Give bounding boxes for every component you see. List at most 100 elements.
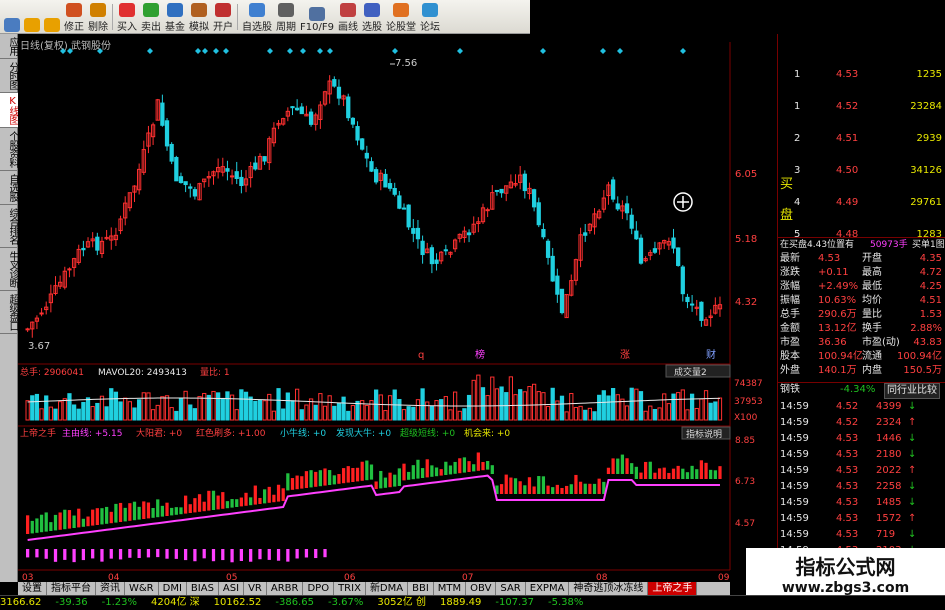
tab-kline[interactable]: K线图 [0,93,18,128]
indicator-tab[interactable]: BBI [408,582,434,595]
volume-ratio-label: 量比: 1 [200,366,230,378]
cy-index-pct: -5.38% [547,597,584,608]
indicator-bar [671,468,676,479]
event-marker[interactable]: q [418,350,424,361]
tab-ranking[interactable]: 综合排名 [0,205,18,248]
volume-bar [429,405,435,421]
indicator-tab[interactable]: 指标平台 [47,582,96,595]
menu-button[interactable] [2,1,22,33]
volume-bar [406,406,411,421]
indicator-tab[interactable]: 资讯 [96,582,125,595]
event-marker[interactable]: 财 [706,348,716,361]
quote-key: 市盈 [780,337,800,348]
volume-bar [299,409,304,421]
forum-hall-button[interactable]: 论股堂 [384,1,418,33]
toolbar-button[interactable]: 修正 [62,1,86,33]
indicator-bar [648,461,652,479]
indicator-bar [39,514,44,533]
indicator-tab[interactable]: EXPMA [526,582,570,595]
draw-button[interactable]: 画线 [336,1,360,33]
indicator-bar [314,471,318,487]
tab-diagnosis[interactable]: 牛叉诊断 [0,248,18,291]
watchlist-button[interactable]: 自选股 [240,1,274,33]
indicator-tab[interactable]: VR [244,582,267,595]
tab-watchlist[interactable]: 自选股 [0,171,18,205]
order-info-tag[interactable]: 买单1图 [912,238,945,252]
indicator-tab[interactable]: BIAS [187,582,219,595]
volume-bar [109,388,114,421]
order-book-row[interactable]: 1 4.52 23284 [778,100,945,114]
forum-button[interactable]: 论坛 [418,1,442,33]
indicator-bar [290,478,295,490]
watermark-logo: 指标公式网 www.zbgs3.com [746,548,945,596]
indicator-tab[interactable]: ARBR [267,582,304,595]
indicator-tab[interactable]: 设置 [18,582,47,595]
indicator-bar [72,515,76,528]
market-status-bar: 3166.62 -39.36 -1.23% 4204亿 深 10162.52 -… [0,595,945,609]
sell-button[interactable]: 卖出 [139,1,163,33]
quote-value: +2.49% [818,281,859,292]
order-volume: 34126 [910,165,942,176]
stock-picker-button[interactable]: 选股 [360,1,384,33]
order-level: 1 [794,101,801,112]
order-book-row[interactable]: 2 4.51 2939 [778,132,945,146]
kline-chart[interactable]: 7.56 3.67 6.05 5.18 4.32 q 榜 涨 财 总手: 290… [18,34,778,582]
indicator-bar [77,508,81,528]
open-account-button[interactable]: 开户 [211,1,235,33]
buy-button[interactable]: 买入 [115,1,139,33]
indicator-bar [207,490,211,511]
tick-row: 14:59 4.53 719 ↓ [778,528,945,542]
pencil-icon [339,3,356,17]
indicator-bar [551,487,555,494]
toolbar-button[interactable]: 剔除 [86,1,110,33]
indicator-tab[interactable]: SAR [496,582,526,595]
volume-bar [118,401,123,421]
industry-compare-button[interactable]: 同行业比较 [884,383,940,399]
order-book-row[interactable]: 4 4.49 29761 [778,196,945,210]
order-price: 4.50 [836,165,859,176]
candle [322,90,328,107]
tab-apps[interactable]: 应用 [0,34,18,59]
indicator-bar [276,484,281,502]
simulate-button[interactable]: 模拟 [187,1,211,33]
tab-order-panel[interactable]: 超级盘口 [0,291,18,334]
indicator-tab[interactable]: OBV [466,582,497,595]
order-book-row[interactable]: 3 4.50 34126 [778,164,945,178]
volume-bar [85,397,91,421]
quote-value: 290.6万 [818,309,857,320]
indicator-tab[interactable]: DPO [303,582,335,595]
volume-bar [638,391,644,421]
indicator-tab[interactable]: TRIX [334,582,366,595]
tab-intraday[interactable]: 分时图 [0,59,18,93]
f10-button[interactable]: F10/F9 [298,1,336,33]
order-book-row[interactable]: 1 4.53 1235 [778,68,945,82]
indicator-bar [216,495,220,510]
indicator-bar [476,452,480,471]
quote-key: 涨跌 [780,267,800,278]
volume-bar [597,394,602,421]
indicator-tab[interactable]: W&R [125,582,159,595]
date-axis-label: 05 [226,573,237,582]
back-button[interactable] [22,1,42,33]
indicator-tab[interactable]: MTM [434,582,467,595]
indicator-tab[interactable]: 新DMA [366,582,409,595]
up-button[interactable] [42,1,62,33]
indicator-bar [146,502,151,519]
indicator-tab[interactable]: ASI [219,582,245,595]
indicator-bar [170,507,174,516]
indicator-tab[interactable]: 上帝之手 [648,582,698,595]
volume-axis-label: X100 [734,413,758,423]
event-marker[interactable]: 榜 [475,348,485,361]
quote-key: 股本 [780,351,800,362]
indicator-tab[interactable]: DMI [159,582,187,595]
event-marker[interactable]: 涨 [620,349,630,361]
indicator-tab[interactable]: 神奇逃顶冰冻线 [569,582,649,595]
indicator-bar [114,503,118,523]
volume-bar [257,399,263,421]
tab-stock-info[interactable]: 个股资料 [0,128,18,171]
quote-key: 内盘 [862,365,882,376]
volume-bar [243,391,249,421]
fund-button[interactable]: 基金 [163,1,187,33]
indicator-bar [258,549,262,560]
period-button[interactable]: 周期 [274,1,298,33]
